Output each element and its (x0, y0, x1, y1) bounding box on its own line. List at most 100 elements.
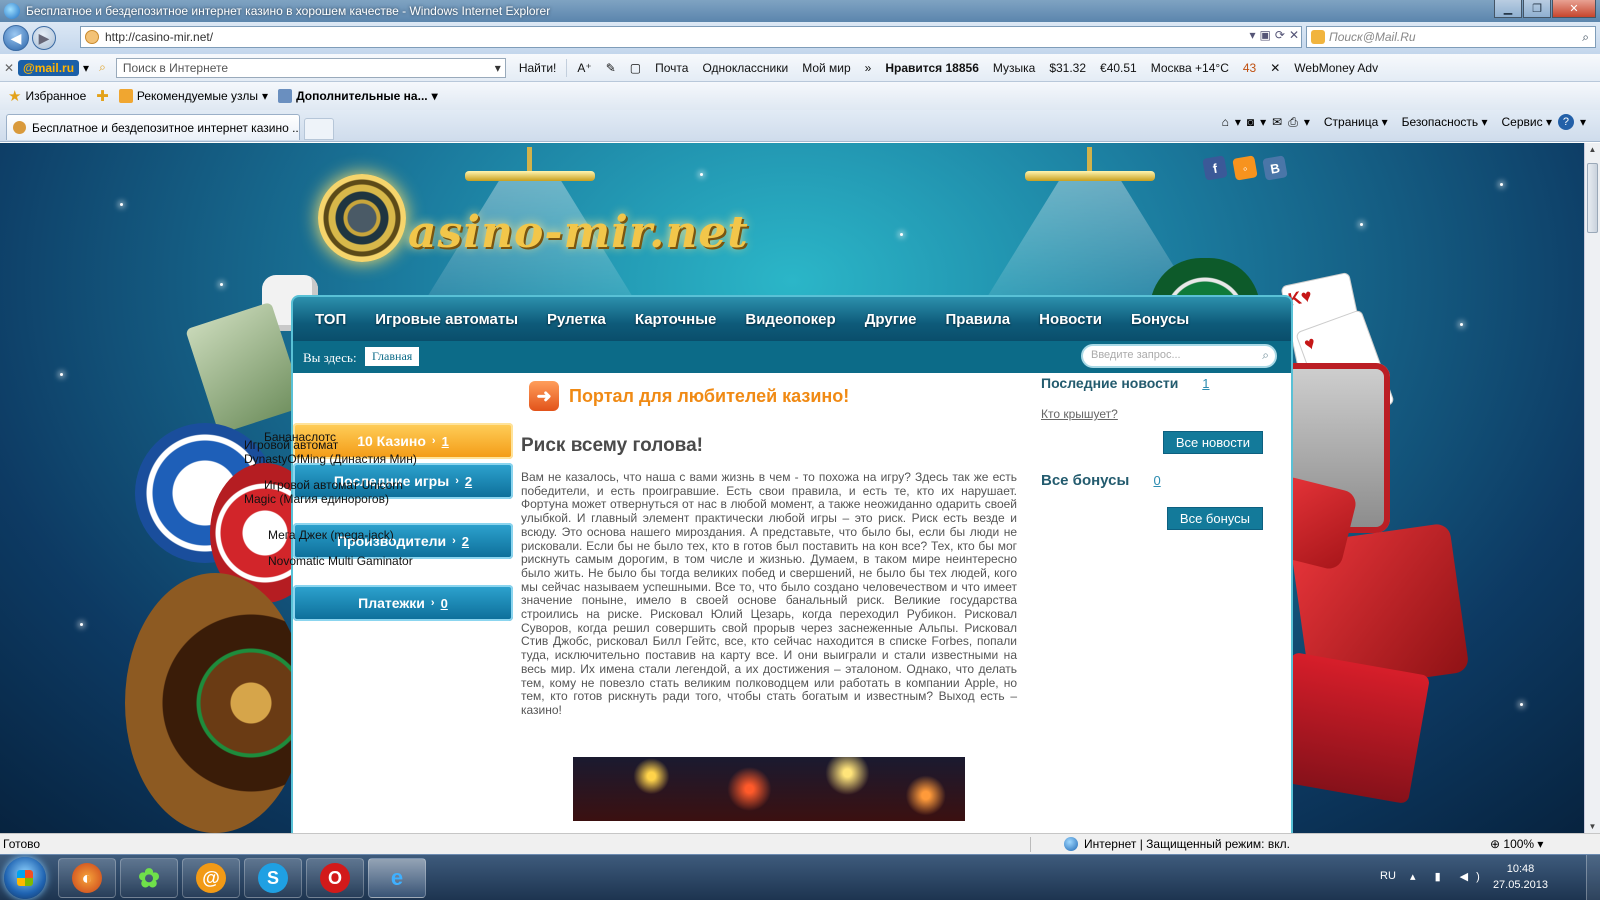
list-item[interactable]: Игровой автомат Unicorn (264, 478, 403, 492)
font-size-icon[interactable]: A⁺ (577, 61, 591, 75)
facebook-icon[interactable]: f (1202, 155, 1228, 181)
minimize-button[interactable]: ▁ (1494, 0, 1522, 18)
stop-icon[interactable]: ✕ (1289, 28, 1299, 42)
forward-button[interactable]: ▶ (32, 26, 56, 50)
menu-payments[interactable]: Платежки › 0 (293, 585, 513, 621)
nav-roulette[interactable]: Рулетка (547, 311, 606, 328)
feeds-icon[interactable]: ◙ (1247, 115, 1254, 129)
list-item[interactable]: Игровой автомат (244, 438, 338, 452)
more-addons[interactable]: Дополнительные на... ▾ (278, 89, 438, 103)
browser-search-box[interactable]: Поиск@Mail.Ru ⌕ (1306, 26, 1596, 48)
start-button[interactable] (4, 857, 46, 899)
search-icon[interactable]: ⌕ (1582, 30, 1589, 45)
scroll-up-icon[interactable]: ▲ (1587, 145, 1598, 154)
language-indicator[interactable]: RU (1380, 870, 1396, 882)
tools-menu[interactable]: Сервис ▾ (1502, 115, 1552, 129)
clock[interactable]: 10:48 27.05.2013 (1493, 861, 1548, 893)
page-menu[interactable]: Страница ▾ (1324, 115, 1388, 129)
nav-slots[interactable]: Игровые автоматы (375, 311, 518, 328)
page-icon[interactable]: ▢ (630, 61, 641, 75)
mailru-logo[interactable]: @mail.ru (18, 59, 80, 76)
list-item[interactable]: Magic (Магия единорогов) (244, 492, 389, 506)
refresh-icon[interactable]: ⟳ (1275, 28, 1285, 42)
tab-current[interactable]: Бесплатное и бездепозитное интернет кази… (6, 114, 300, 140)
music-menu[interactable]: Музыка (993, 61, 1035, 75)
site-logo[interactable]: asino-mir.net (408, 207, 749, 258)
new-tab-button[interactable] (304, 118, 334, 140)
highlight-icon[interactable]: ✎ (606, 61, 616, 75)
maximize-button[interactable]: ❐ (1523, 0, 1551, 18)
mail-count[interactable]: 43 (1243, 61, 1256, 75)
search-icon[interactable]: ⌕ (1262, 348, 1269, 363)
taskbar-opera[interactable]: O (306, 858, 364, 898)
nav-other[interactable]: Другие (865, 311, 917, 328)
nav-top[interactable]: ТОП (315, 311, 346, 328)
odnoklassniki-icon[interactable]: ◦ (1232, 155, 1258, 181)
list-item[interactable]: Мега Джек (mega-jack) (268, 528, 394, 542)
taskbar-firefox[interactable]: ◐ (58, 858, 116, 898)
print-icon[interactable]: ⎙ (1288, 115, 1298, 130)
taskbar-internet-explorer[interactable]: e (368, 858, 426, 898)
menu-item-count[interactable]: 0 (441, 596, 448, 611)
nav-news[interactable]: Новости (1039, 311, 1102, 328)
scroll-down-icon[interactable]: ▼ (1587, 822, 1598, 831)
nav-cards[interactable]: Карточные (635, 311, 717, 328)
security-zone[interactable]: Интернет | Защищенный режим: вкл. (1064, 837, 1290, 851)
menu-item-count[interactable]: 2 (465, 474, 472, 489)
back-button[interactable]: ◀ (3, 25, 29, 51)
vertical-scrollbar[interactable]: ▲ ▼ (1584, 143, 1600, 833)
likes-counter[interactable]: Нравится 18856 (885, 61, 979, 75)
menu-item-count[interactable]: 1 (442, 434, 449, 449)
mailru-menu-chevron-icon[interactable]: ▾ (83, 61, 89, 75)
eur-rate[interactable]: €40.51 (1100, 61, 1137, 75)
zoom-level[interactable]: ⊕ 100% ▾ (1490, 837, 1543, 851)
all-news-button[interactable]: Все новости (1162, 431, 1263, 454)
roulette-logo-icon[interactable] (318, 174, 406, 262)
feeds-dropdown-icon[interactable]: ▾ (1260, 115, 1266, 129)
news-link[interactable]: Кто крышует? (1041, 407, 1118, 421)
site-search-input[interactable]: Введите запрос... ⌕ (1081, 344, 1277, 368)
suggested-sites[interactable]: Рекомендуемые узлы ▾ (118, 89, 268, 103)
find-button[interactable]: Найти! (519, 61, 557, 75)
webmoney-link[interactable]: WebMoney Adv (1294, 61, 1378, 75)
safety-menu[interactable]: Безопасность ▾ (1402, 115, 1488, 129)
tray-icons[interactable]: ▴ ▮ ◀) (1410, 870, 1488, 883)
scroll-thumb[interactable] (1587, 163, 1598, 233)
menu-item-count[interactable]: 2 (462, 534, 469, 549)
address-dropdown-icon[interactable]: ▾ (1250, 28, 1256, 42)
my-world-link[interactable]: Мой мир (802, 61, 850, 75)
list-item[interactable]: Novomatic Multi Gaminator (268, 554, 413, 568)
taskbar-skype[interactable]: S (244, 858, 302, 898)
nav-bonuses[interactable]: Бонусы (1131, 311, 1189, 328)
more-chevron-icon[interactable]: » (865, 61, 872, 75)
help-dropdown-icon[interactable]: ▾ (1580, 115, 1586, 129)
add-favorite-icon[interactable]: ✚ (96, 87, 109, 105)
news-count[interactable]: 1 (1202, 376, 1209, 391)
odnoklassniki-link[interactable]: Одноклассники (702, 61, 788, 75)
mail-icon[interactable]: ✉ (1272, 115, 1282, 129)
usd-rate[interactable]: $31.32 (1049, 61, 1086, 75)
list-item[interactable]: DynastyOfMing (Династия Мин) (244, 452, 417, 466)
bonus-count[interactable]: 0 (1153, 473, 1160, 488)
close-toolbar-icon[interactable]: ✕ (0, 61, 18, 75)
home-dropdown-icon[interactable]: ▾ (1235, 115, 1241, 129)
taskbar-icq[interactable]: ✿ (120, 858, 178, 898)
close-panel-icon[interactable]: ✕ (1270, 61, 1280, 75)
nav-videopoker[interactable]: Видеопокер (745, 311, 835, 328)
help-icon[interactable]: ? (1557, 114, 1574, 130)
favorites-button[interactable]: Избранное (25, 89, 86, 103)
close-window-button[interactable]: ✕ (1552, 0, 1596, 18)
all-bonuses-button[interactable]: Все бонусы (1166, 507, 1263, 530)
compatibility-view-icon[interactable]: ▣ (1260, 28, 1271, 42)
mail-link[interactable]: Почта (655, 61, 688, 75)
show-desktop-button[interactable] (1586, 855, 1600, 900)
breadcrumb-home-link[interactable]: Главная (365, 347, 420, 366)
address-field[interactable]: http://casino-mir.net/ ▾ ▣ ⟳ ✕ (80, 26, 1302, 48)
mailru-search-input[interactable]: Поиск в Интернете (115, 57, 506, 78)
weather[interactable]: Москва +14°C (1151, 61, 1229, 75)
nav-rules[interactable]: Правила (946, 311, 1011, 328)
taskbar-mailru-agent[interactable]: @ (182, 858, 240, 898)
vkontakte-icon[interactable]: В (1262, 155, 1288, 181)
print-dropdown-icon[interactable]: ▾ (1304, 115, 1310, 129)
home-icon[interactable]: ⌂ (1222, 115, 1229, 129)
